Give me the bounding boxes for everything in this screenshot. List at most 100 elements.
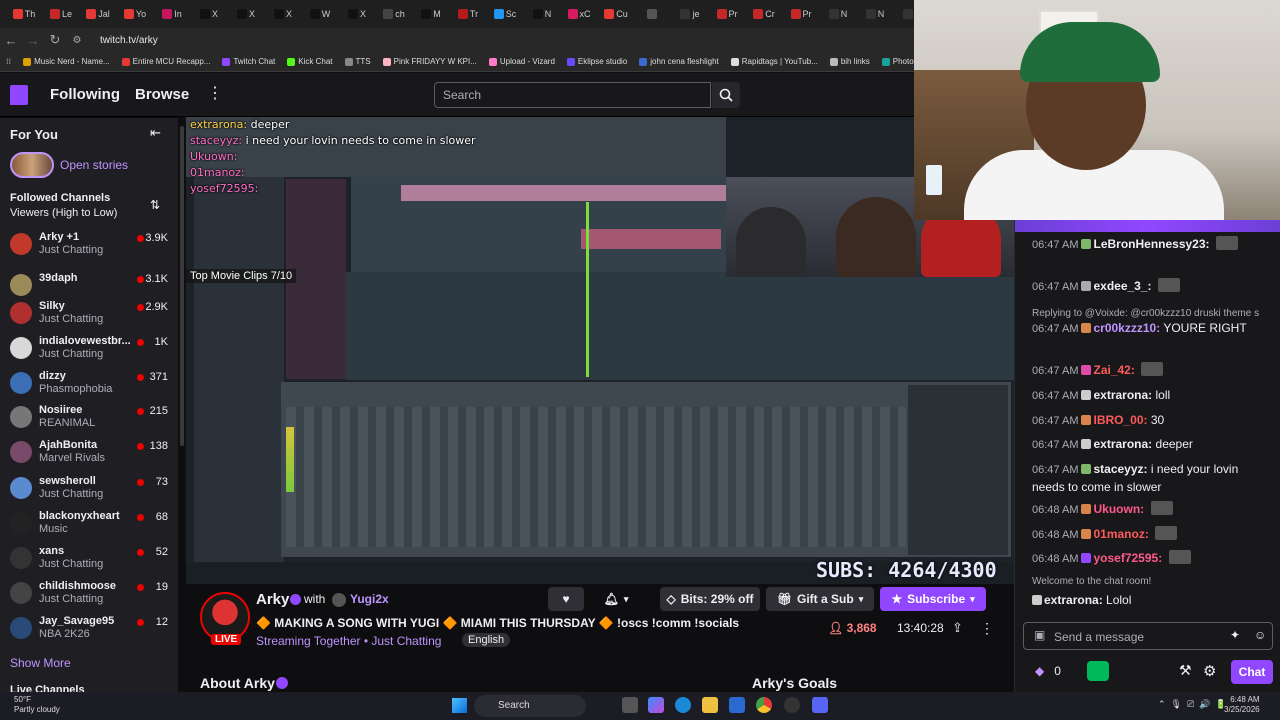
more-options-icon[interactable]: ⋮ bbox=[207, 83, 223, 103]
sort-icon[interactable]: ⇅ bbox=[150, 198, 160, 212]
bookmark[interactable]: Music Nerd - Name... bbox=[23, 57, 110, 66]
browser-tab[interactable]: X bbox=[228, 4, 264, 24]
browser-tab[interactable]: Pr bbox=[709, 4, 745, 24]
browser-tab[interactable]: X bbox=[265, 4, 301, 24]
language-tag[interactable]: English bbox=[462, 633, 511, 647]
chat-emote-icon[interactable]: ▣ bbox=[1034, 628, 1045, 642]
open-stories[interactable]: Open stories bbox=[10, 152, 128, 178]
more-options-icon[interactable]: ⋮ bbox=[980, 620, 994, 637]
sidebar-channel[interactable]: blackonyxheart Music 68 bbox=[10, 509, 170, 541]
browser-tab[interactable] bbox=[635, 4, 671, 24]
browser-tab[interactable]: Th bbox=[6, 4, 42, 24]
chrome-icon[interactable] bbox=[756, 697, 772, 713]
bookmark[interactable]: Eklipse studio bbox=[566, 57, 627, 66]
chat-username[interactable]: yosef72595: bbox=[1093, 551, 1162, 565]
chat-message[interactable]: 06:48 AM 01manoz: bbox=[1032, 526, 1272, 544]
task-view-icon[interactable] bbox=[622, 697, 638, 713]
bookmark[interactable]: bih links bbox=[829, 57, 870, 66]
windows-start-icon[interactable] bbox=[452, 698, 467, 713]
forward-icon[interactable]: → bbox=[22, 33, 44, 48]
channel-points[interactable]: ◆ 0 bbox=[1035, 664, 1061, 678]
bookmark[interactable]: john cena fleshlight bbox=[639, 57, 719, 66]
back-icon[interactable]: ← bbox=[0, 33, 22, 48]
stream-category[interactable]: Streaming Together • Just Chatting bbox=[256, 634, 441, 648]
reload-icon[interactable]: ↻ bbox=[44, 32, 66, 48]
search-input[interactable]: Search bbox=[434, 82, 711, 108]
browser-tab[interactable]: W bbox=[302, 4, 338, 24]
chat-username[interactable]: IBRO_00: bbox=[1093, 413, 1147, 427]
browser-tab[interactable]: ch bbox=[376, 4, 412, 24]
mod-tools-icon[interactable]: ⚒ bbox=[1179, 662, 1192, 679]
discord-icon[interactable] bbox=[812, 697, 828, 713]
chat-username[interactable]: staceyyz: bbox=[1093, 462, 1147, 476]
sidebar-channel[interactable]: Arky +1 Just Chatting 3.9K bbox=[10, 230, 170, 262]
chat-message[interactable]: 06:48 AM Ukuown: bbox=[1032, 501, 1272, 519]
sidebar-channel[interactable]: Nosiiree REANIMAL 215 bbox=[10, 403, 170, 435]
subscribe-button[interactable]: ★ Subscribe ▾ bbox=[880, 587, 986, 611]
bookmark[interactable]: Kick Chat bbox=[287, 57, 333, 66]
chat-message[interactable]: Welcome to the chat room! bbox=[1032, 572, 1272, 590]
sidebar-channel[interactable]: dizzy Phasmophobia 371 bbox=[10, 369, 170, 401]
browser-tab[interactable]: je bbox=[672, 4, 708, 24]
chat-message[interactable]: 06:47 AM exdee_3_: bbox=[1032, 278, 1272, 296]
show-more-link[interactable]: Show More bbox=[10, 656, 71, 670]
emote-picker-icon[interactable]: ☺ bbox=[1254, 628, 1266, 642]
sidebar-channel[interactable]: AjahBonita Marvel Rivals 138 bbox=[10, 438, 170, 470]
bookmark[interactable]: Pink FRIDAYY W KPI... bbox=[382, 57, 477, 66]
chat-gift-button[interactable] bbox=[1087, 661, 1109, 681]
chat-username[interactable]: exdee_3_: bbox=[1093, 279, 1151, 293]
chat-message[interactable]: extrarona: Lolol bbox=[1032, 592, 1272, 609]
address-bar[interactable]: twitch.tv/arky bbox=[100, 35, 158, 46]
browser-tab[interactable]: Cr bbox=[746, 4, 782, 24]
streamer-name[interactable]: Arky bbox=[256, 591, 289, 608]
share-icon[interactable]: ⇪ bbox=[952, 620, 963, 636]
sidebar-channel[interactable]: childishmoose Just Chatting 19 bbox=[10, 579, 170, 611]
sidebar-scrollbar[interactable] bbox=[180, 126, 184, 446]
chat-username[interactable]: extrarona: bbox=[1093, 437, 1152, 451]
chat-username[interactable]: 01manoz: bbox=[1093, 527, 1148, 541]
collab-name[interactable]: Yugi2x bbox=[350, 592, 389, 606]
sidebar-channel[interactable]: Silky Just Chatting 2.9K bbox=[10, 299, 170, 331]
browser-tab[interactable]: Cu bbox=[598, 4, 634, 24]
chat-send-button[interactable]: Chat bbox=[1231, 660, 1273, 684]
bookmark[interactable]: TTS bbox=[344, 57, 371, 66]
chat-message[interactable]: 06:47 AM extrarona: loll bbox=[1032, 387, 1272, 405]
chat-message[interactable]: 06:47 AM LeBronHennessy23: bbox=[1032, 236, 1272, 254]
site-info-icon[interactable]: ⚙ bbox=[66, 35, 88, 46]
browser-tab[interactable]: X bbox=[339, 4, 375, 24]
apps-icon[interactable]: ⁝⁝ bbox=[6, 57, 11, 66]
browser-tab[interactable]: Jal bbox=[80, 4, 116, 24]
bits-cheer-icon[interactable]: ✦ bbox=[1230, 628, 1240, 642]
chat-username[interactable]: cr00kzzz10: bbox=[1093, 321, 1160, 335]
sidebar-channel[interactable]: sewsheroll Just Chatting 73 bbox=[10, 474, 170, 506]
chat-message[interactable]: 06:47 AM staceyyz: i need your lovin need… bbox=[1032, 461, 1272, 496]
notifications-button[interactable]: 🔔︎ ▾ bbox=[596, 587, 636, 611]
bits-button[interactable]: ◇ Bits: 29% off bbox=[660, 587, 760, 611]
edge-icon[interactable] bbox=[675, 697, 691, 713]
browser-tab[interactable]: Tr bbox=[450, 4, 486, 24]
bookmark[interactable]: Entire MCU Recapp... bbox=[121, 57, 210, 66]
chat-username[interactable]: LeBronHennessy23: bbox=[1093, 237, 1209, 251]
browser-tab[interactable]: Yo bbox=[117, 4, 153, 24]
taskbar-search[interactable]: Search bbox=[474, 695, 586, 717]
nav-following[interactable]: Following bbox=[50, 86, 120, 103]
browser-tab[interactable]: M bbox=[413, 4, 449, 24]
browser-tab[interactable]: X bbox=[191, 4, 227, 24]
chat-username[interactable]: Ukuown: bbox=[1093, 502, 1144, 516]
browser-tab[interactable]: N bbox=[820, 4, 856, 24]
browser-tab[interactable]: N bbox=[857, 4, 893, 24]
copilot-icon[interactable] bbox=[648, 697, 664, 713]
sidebar-channel[interactable]: indialovewestbr... Just Chatting 1K bbox=[10, 334, 170, 366]
chat-settings-icon[interactable]: ⚙ bbox=[1203, 662, 1216, 680]
chat-message[interactable]: 06:47 AM IBRO_00: 30 bbox=[1032, 412, 1272, 430]
file-explorer-icon[interactable] bbox=[702, 697, 718, 713]
system-tray-icons[interactable]: ⌃🎙⎚🔊🔋 bbox=[1158, 699, 1232, 710]
chat-message[interactable]: 06:48 AM yosef72595: bbox=[1032, 550, 1272, 568]
browser-tab[interactable]: Le bbox=[43, 4, 79, 24]
sidebar-channel[interactable]: Jay_Savage95 NBA 2K26 12 bbox=[10, 614, 170, 646]
chat-username[interactable]: Zai_42: bbox=[1093, 363, 1134, 377]
obs-icon[interactable] bbox=[784, 697, 800, 713]
browser-tab[interactable]: xC bbox=[561, 4, 597, 24]
chat-username[interactable]: extrarona: bbox=[1044, 593, 1103, 607]
collapse-sidebar-icon[interactable]: ⇤ bbox=[150, 125, 161, 141]
